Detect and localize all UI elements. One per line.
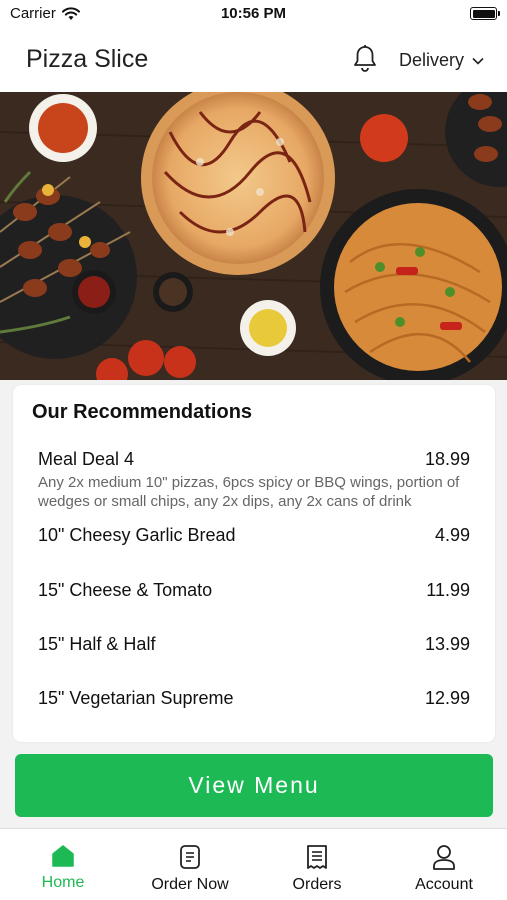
tab-label: Order Now: [151, 876, 229, 893]
menu-item-cheesy-garlic-bread[interactable]: 10" Cheesy Garlic Bread 4.99: [38, 525, 470, 546]
item-name: 10" Cheesy Garlic Bread: [38, 525, 236, 545]
menu-item-vegetarian-supreme[interactable]: 15" Vegetarian Supreme 12.99: [38, 688, 470, 709]
menu-item-half-half[interactable]: 15" Half & Half 13.99: [38, 634, 470, 655]
tab-bar: Home Order Now Orders Account: [0, 828, 507, 900]
chevron-down-icon: [472, 57, 484, 65]
tab-label: Account: [415, 876, 473, 893]
delivery-selector[interactable]: Delivery: [399, 50, 484, 71]
item-price: 11.99: [426, 580, 470, 600]
item-name: 15" Cheese & Tomato: [38, 580, 213, 600]
delivery-label: Delivery: [399, 50, 465, 70]
status-bar: Carrier 10:56 PM: [0, 0, 507, 30]
item-price: 12.99: [424, 688, 470, 708]
tab-order-now[interactable]: Order Now: [130, 843, 250, 894]
tab-orders[interactable]: Orders: [257, 843, 377, 894]
receipt-icon: [307, 845, 327, 869]
person-icon: [433, 845, 455, 870]
order-now-icon: [180, 845, 200, 869]
recommendations-card: Our Recommendations Meal Deal 4 18.99 An…: [13, 385, 495, 742]
item-name: 15" Vegetarian Supreme: [38, 688, 234, 708]
item-description: Any 2x medium 10" pizzas, 6pcs spicy or …: [38, 474, 460, 510]
status-time: 10:56 PM: [220, 5, 287, 22]
item-price: 13.99: [424, 634, 470, 654]
battery-icon: [470, 7, 500, 20]
tab-account[interactable]: Account: [384, 843, 504, 894]
tab-label: Orders: [292, 876, 342, 893]
menu-item-cheese-tomato[interactable]: 15" Cheese & Tomato 11.99: [38, 580, 470, 601]
item-name: 15" Half & Half: [38, 634, 156, 654]
bell-icon[interactable]: [349, 43, 381, 75]
menu-item-meal-deal-4[interactable]: Meal Deal 4 18.99 Any 2x medium 10" pizz…: [38, 449, 470, 511]
item-price: 4.99: [434, 525, 470, 545]
tab-home[interactable]: Home: [3, 843, 123, 892]
app-header: Pizza Slice Delivery: [0, 30, 507, 92]
view-menu-button[interactable]: View Menu: [15, 754, 493, 817]
item-price: 18.99: [424, 449, 470, 469]
tab-label: Home: [41, 874, 85, 891]
home-icon: [52, 845, 74, 867]
hero-food-image: [0, 92, 507, 380]
recommendations-title: Our Recommendations: [32, 401, 253, 423]
item-name: Meal Deal 4: [38, 449, 135, 469]
app-title: Pizza Slice: [26, 45, 149, 73]
